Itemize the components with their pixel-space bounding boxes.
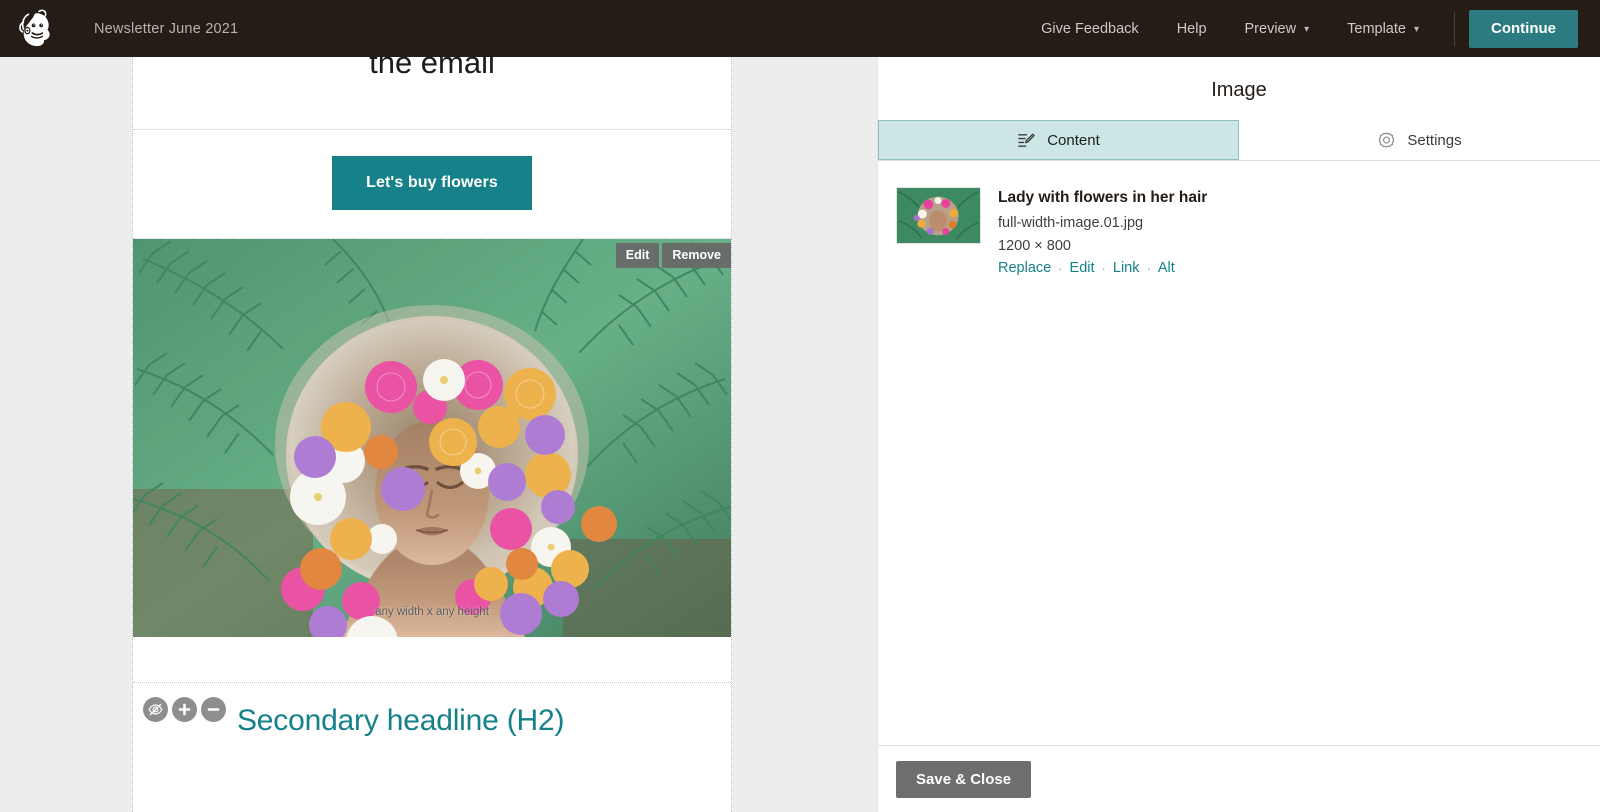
- nav-preview-label: Preview: [1244, 20, 1297, 37]
- panel-tab-bar: Content Settings: [878, 120, 1600, 161]
- image-block-spacer: [133, 637, 731, 683]
- media-dimensions: 1200 × 800: [998, 238, 1071, 254]
- replace-link[interactable]: Replace: [998, 260, 1051, 276]
- image-overlay-toolbar: Edit Remove: [615, 243, 731, 268]
- panel-content-area: Lady with flowers in her hair full-width…: [878, 161, 1600, 276]
- media-filename: full-width-image.01.jpg: [998, 215, 1144, 231]
- nav-give-feedback[interactable]: Give Feedback: [1022, 0, 1158, 57]
- tab-settings-label: Settings: [1407, 131, 1462, 149]
- email-button-block[interactable]: Let's buy flowers: [133, 130, 731, 239]
- nav-template-label: Template: [1347, 20, 1406, 37]
- campaign-title: Newsletter June 2021: [94, 20, 239, 37]
- lets-buy-flowers-button[interactable]: Let's buy flowers: [332, 156, 532, 210]
- image-edit-button[interactable]: Edit: [615, 243, 660, 268]
- top-navigation-bar: Newsletter June 2021 Give Feedback Help …: [0, 0, 1600, 57]
- email-text-block[interactable]: the email: [133, 57, 731, 130]
- email-canvas[interactable]: the email Let's buy flowers Edit Remove: [0, 57, 877, 812]
- link-link[interactable]: Link: [1113, 260, 1140, 276]
- media-metadata: Lady with flowers in her hair full-width…: [998, 187, 1207, 276]
- image-thumbnail-icon: [897, 188, 980, 243]
- panel-title: Image: [1211, 79, 1267, 101]
- email-headline-partial: the email: [369, 57, 495, 80]
- action-separator: ·: [1101, 260, 1106, 276]
- nav-divider: [1454, 11, 1455, 46]
- gear-icon: [1379, 131, 1395, 148]
- mailchimp-logo[interactable]: [0, 0, 72, 57]
- media-action-links: Replace · Edit · Link · Alt: [998, 260, 1207, 276]
- image-remove-button[interactable]: Remove: [662, 243, 731, 268]
- remove-block-button[interactable]: [201, 697, 226, 722]
- tab-content[interactable]: Content: [878, 120, 1239, 160]
- email-body: the email Let's buy flowers Edit Remove: [132, 57, 732, 812]
- image-settings-panel: Image Content Settings Lady with flowers…: [877, 57, 1600, 812]
- eye-slash-icon: [148, 703, 163, 716]
- top-nav-items: Give Feedback Help Preview ▾ Template ▾ …: [1022, 0, 1600, 57]
- media-thumbnail[interactable]: [896, 187, 981, 244]
- minus-icon: [207, 708, 220, 711]
- panel-footer: Save & Close: [878, 745, 1600, 812]
- email-h2-block[interactable]: Secondary headline (H2): [133, 683, 731, 781]
- media-alt-title: Lady with flowers in her hair: [998, 189, 1208, 206]
- save-and-close-button[interactable]: Save & Close: [896, 760, 1032, 798]
- nav-template[interactable]: Template ▾: [1328, 0, 1438, 57]
- media-summary-row: Lady with flowers in her hair full-width…: [896, 187, 1580, 276]
- lady-with-flowers-photo: [133, 239, 731, 637]
- tab-content-label: Content: [1047, 131, 1100, 149]
- nav-give-feedback-label: Give Feedback: [1041, 20, 1139, 37]
- action-separator: ·: [1058, 260, 1063, 276]
- tab-settings[interactable]: Settings: [1239, 120, 1600, 160]
- nav-preview[interactable]: Preview ▾: [1226, 0, 1329, 57]
- plus-icon: [178, 703, 191, 716]
- action-separator: ·: [1146, 260, 1151, 276]
- block-tools: [143, 697, 226, 722]
- alt-link[interactable]: Alt: [1158, 260, 1175, 276]
- nav-help-label: Help: [1176, 20, 1207, 37]
- chevron-down-icon: ▾: [1413, 23, 1419, 35]
- image-placeholder-caption: any width x any height: [375, 606, 489, 618]
- email-image-block[interactable]: Edit Remove any width x any height: [133, 239, 731, 637]
- mailchimp-freddie-logo-icon: [19, 9, 50, 46]
- continue-button[interactable]: Continue: [1469, 9, 1578, 48]
- edit-pencil-icon: [1018, 133, 1035, 147]
- edit-link[interactable]: Edit: [1070, 260, 1095, 276]
- chevron-down-icon: ▾: [1304, 23, 1310, 35]
- add-block-button[interactable]: [172, 697, 197, 722]
- secondary-headline[interactable]: Secondary headline (H2): [237, 701, 707, 741]
- email-hero-image[interactable]: any width x any height: [133, 239, 731, 637]
- toggle-visibility-button[interactable]: [143, 697, 168, 722]
- nav-help[interactable]: Help: [1158, 0, 1226, 57]
